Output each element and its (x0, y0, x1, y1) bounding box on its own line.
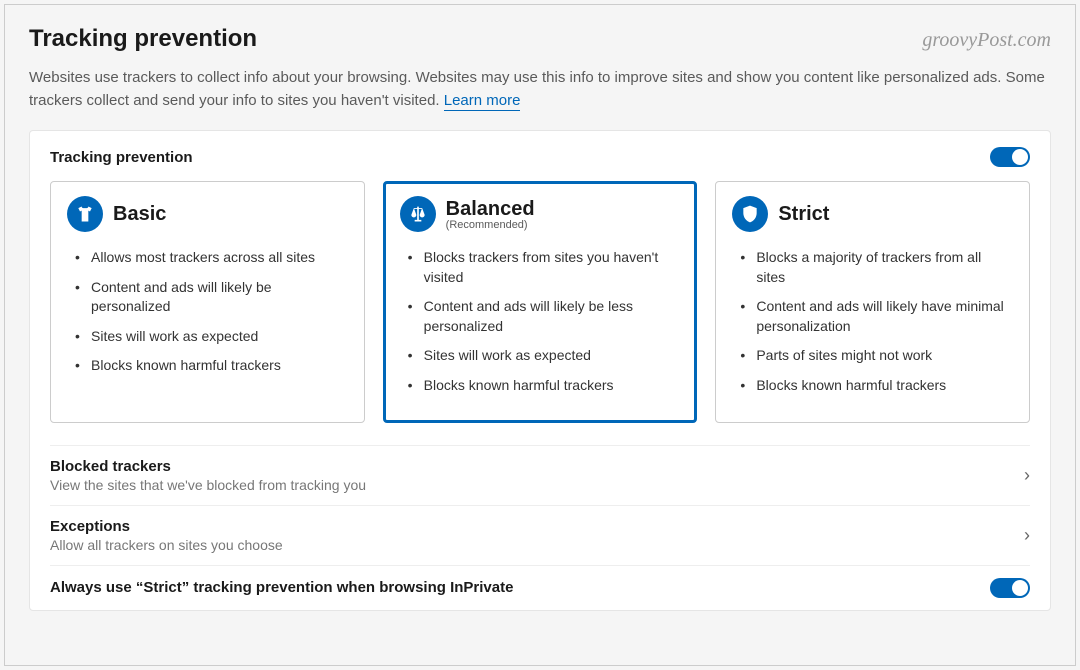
level-cards: Basic Allows most trackers across all si… (50, 181, 1030, 423)
card-balanced-header: Balanced (Recommended) (400, 196, 681, 232)
card-balanced[interactable]: Balanced (Recommended) Blocks trackers f… (383, 181, 698, 423)
shield-icon (732, 196, 768, 232)
card-balanced-title: Balanced (446, 198, 535, 221)
card-strict-title: Strict (778, 203, 829, 226)
page-description-text: Websites use trackers to collect info ab… (29, 69, 1045, 109)
exceptions-desc: Allow all trackers on sites you choose (50, 537, 283, 553)
list-item: Content and ads will likely be less pers… (408, 297, 681, 336)
inprivate-strict-row: Always use “Strict” tracking prevention … (50, 565, 1030, 602)
scales-icon (400, 196, 436, 232)
list-item: Sites will work as expected (408, 346, 681, 366)
tracking-toggle[interactable] (990, 147, 1030, 167)
card-strict-header: Strict (732, 196, 1013, 232)
card-strict-list: Blocks a majority of trackers from all s… (732, 248, 1013, 396)
tshirt-icon (67, 196, 103, 232)
list-item: Content and ads will likely have minimal… (740, 297, 1013, 336)
list-item: Sites will work as expected (75, 327, 348, 347)
list-item: Blocks known harmful trackers (75, 356, 348, 376)
card-basic-list: Allows most trackers across all sites Co… (67, 248, 348, 376)
panel-header: Tracking prevention (50, 147, 1030, 167)
panel-header-label: Tracking prevention (50, 149, 193, 166)
card-balanced-list: Blocks trackers from sites you haven't v… (400, 248, 681, 396)
blocked-trackers-row[interactable]: Blocked trackers View the sites that we'… (50, 445, 1030, 505)
card-basic-header: Basic (67, 196, 348, 232)
learn-more-link[interactable]: Learn more (444, 92, 521, 111)
settings-page: groovyPost.com Tracking prevention Websi… (4, 4, 1076, 666)
chevron-right-icon: › (1024, 525, 1030, 546)
blocked-trackers-desc: View the sites that we've blocked from t… (50, 477, 366, 493)
tracking-panel: Tracking prevention Basic Allows most tr… (29, 130, 1051, 611)
inprivate-strict-title: Always use “Strict” tracking prevention … (50, 579, 513, 596)
page-title: Tracking prevention (29, 25, 1051, 53)
card-balanced-subtitle: (Recommended) (446, 219, 535, 231)
card-basic-title: Basic (113, 203, 166, 226)
chevron-right-icon: › (1024, 465, 1030, 486)
page-description: Websites use trackers to collect info ab… (29, 67, 1051, 112)
list-item: Blocks known harmful trackers (740, 376, 1013, 396)
list-item: Allows most trackers across all sites (75, 248, 348, 268)
blocked-trackers-title: Blocked trackers (50, 458, 366, 475)
card-basic[interactable]: Basic Allows most trackers across all si… (50, 181, 365, 423)
exceptions-title: Exceptions (50, 518, 283, 535)
list-item: Blocks known harmful trackers (408, 376, 681, 396)
exceptions-row[interactable]: Exceptions Allow all trackers on sites y… (50, 505, 1030, 565)
list-item: Blocks trackers from sites you haven't v… (408, 248, 681, 287)
list-item: Parts of sites might not work (740, 346, 1013, 366)
inprivate-strict-toggle[interactable] (990, 578, 1030, 598)
card-strict[interactable]: Strict Blocks a majority of trackers fro… (715, 181, 1030, 423)
watermark: groovyPost.com (922, 29, 1051, 52)
list-item: Blocks a majority of trackers from all s… (740, 248, 1013, 287)
list-item: Content and ads will likely be personali… (75, 278, 348, 317)
